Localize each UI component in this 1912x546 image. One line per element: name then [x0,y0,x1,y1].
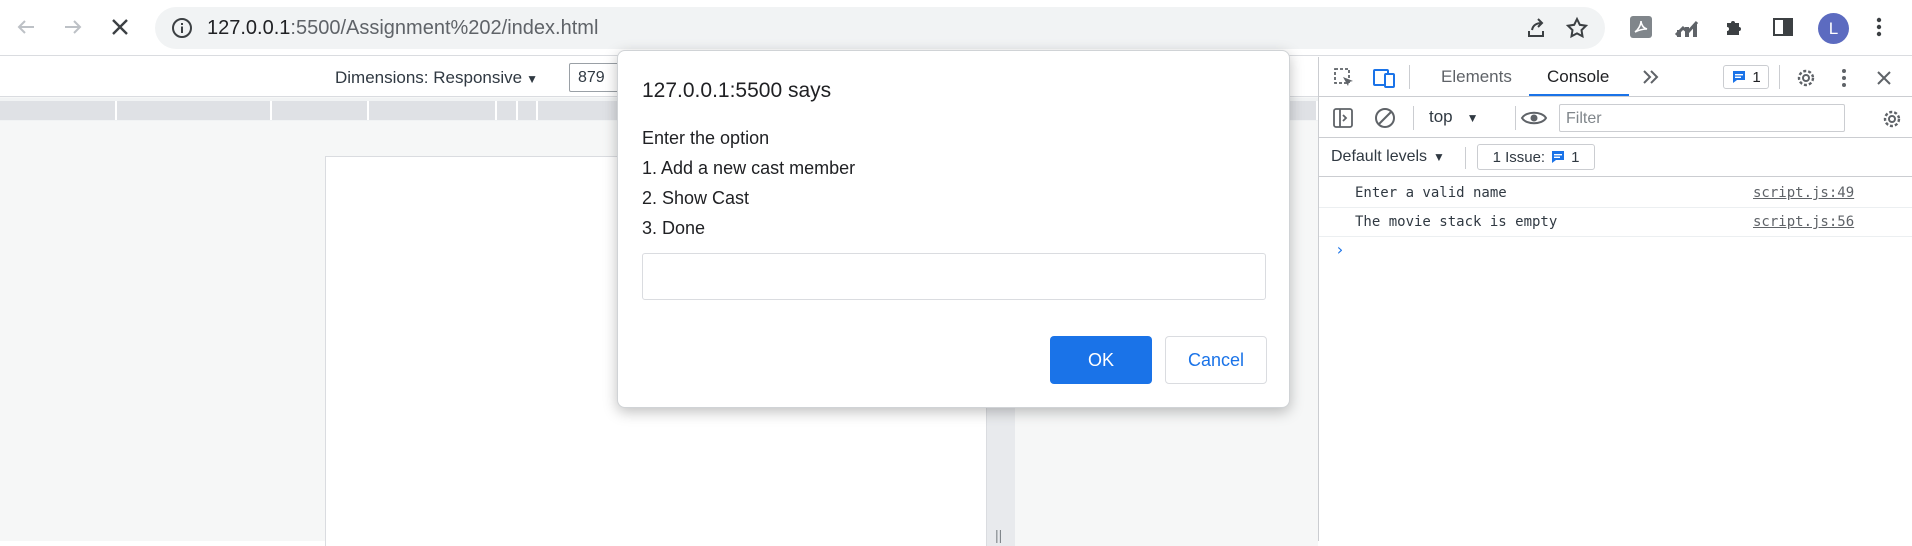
dialog-line: 1. Add a new cast member [642,158,856,178]
context-label: top [1429,107,1453,126]
tab-divider [1779,65,1780,89]
caret-down-icon: ▼ [1433,150,1445,164]
inspect-element-icon[interactable] [1331,65,1357,91]
log-source-link[interactable]: script.js:56 [1753,214,1854,230]
log-source-link[interactable]: script.js:49 [1753,185,1854,201]
dialog-line: Enter the option [642,128,770,148]
levels-bar: Default levels ▼ 1 Issue: 1 [1319,139,1912,177]
issues-chip-count: 1 [1571,148,1580,166]
caret-down-icon: ▼ [1466,111,1479,125]
ruler-segment[interactable] [497,101,518,120]
info-icon[interactable] [171,17,193,39]
tab-divider [1409,65,1410,89]
caret-down-icon: ▼ [526,72,538,86]
console-toolbar: top ▼ Filter [1319,98,1912,138]
default-levels-dropdown[interactable]: Default levels ▼ [1331,148,1445,166]
settings-gear-icon[interactable] [1793,65,1819,91]
profile-avatar[interactable]: L [1818,13,1849,44]
close-devtools-icon[interactable] [1871,65,1897,91]
console-prompt-chevron-icon[interactable]: › [1335,240,1345,259]
arrow-right-icon [65,20,82,34]
tab-console[interactable]: Console [1547,67,1609,87]
issues-badge[interactable]: 1 [1723,65,1769,89]
console-log-row: Enter a valid name script.js:49 [1319,179,1912,208]
issues-chip[interactable]: 1 Issue: 1 [1477,144,1595,170]
devtools-tabbar: Elements Console 1 [1319,57,1912,97]
console-filter-input[interactable]: Filter [1559,104,1845,132]
dialog-message: Enter the option 1. Add a new cast membe… [642,123,855,243]
log-message: The movie stack is empty [1355,214,1558,230]
analytics-extension-icon[interactable] [1672,12,1702,42]
ruler-segment[interactable] [272,101,369,120]
active-tab-indicator [1529,94,1629,96]
dialog-line: 3. Done [642,218,706,238]
message-icon [1733,71,1746,83]
context-selector[interactable]: top ▼ [1429,107,1479,127]
default-levels-label: Default levels [1331,148,1428,165]
star-icon[interactable] [1565,16,1589,40]
address-bar[interactable]: 127.0.0.1:5500/Assignment%202/index.html [155,7,1605,49]
device-toolbar-toggle-icon[interactable] [1371,65,1397,91]
prompt-input[interactable] [642,253,1266,300]
pdf-extension-icon[interactable] [1626,12,1656,42]
ruler-segment[interactable] [369,101,497,120]
puzzle-extensions-icon[interactable] [1720,12,1750,42]
devtools-kebab-icon[interactable] [1834,65,1854,91]
dialog-line: 2. Show Cast [642,188,750,208]
toolbar-divider [1465,147,1466,169]
clear-console-icon[interactable] [1373,106,1397,130]
dimensions-dropdown[interactable]: Dimensions: Responsive ▼ [335,68,538,88]
close-icon [112,19,128,35]
arrow-left-icon [17,20,34,34]
ruler-segment[interactable] [518,101,538,120]
dimensions-label: Dimensions: Responsive [335,68,523,87]
tab-elements[interactable]: Elements [1441,67,1512,87]
ruler-segment[interactable] [0,101,117,120]
avatar-letter: L [1828,18,1839,38]
message-icon [1552,151,1565,163]
toolbar-divider [1515,106,1516,130]
kebab-menu-icon[interactable] [1864,12,1894,42]
issues-chip-label: 1 Issue: [1492,148,1546,166]
back-button[interactable] [9,10,43,44]
ruler-segment[interactable] [117,101,272,120]
log-message: Enter a valid name [1355,185,1507,201]
url-text: 127.0.0.1:5500/Assignment%202/index.html [207,17,599,39]
share-icon[interactable] [1525,17,1549,41]
more-tabs-icon[interactable] [1639,65,1663,89]
issues-badge-count: 1 [1752,68,1761,86]
console-settings-icon[interactable] [1879,106,1905,132]
side-panel-icon[interactable] [1768,12,1798,42]
forward-button[interactable] [56,10,90,44]
live-expression-eye-icon[interactable] [1519,106,1549,130]
console-log-row: The movie stack is empty script.js:56 [1319,208,1912,237]
devtools-panel: Elements Console 1 top ▼ Filter Default … [1318,57,1912,541]
stop-loading-button[interactable] [103,10,137,44]
dialog-title: 127.0.0.1:5500 says [642,79,832,102]
toolbar-divider [1413,106,1414,130]
browser-toolbar: 127.0.0.1:5500/Assignment%202/index.html… [0,0,1912,56]
cancel-button[interactable]: Cancel [1165,336,1267,384]
sidebar-toggle-icon[interactable] [1331,106,1355,130]
ok-button[interactable]: OK [1050,336,1152,384]
prompt-dialog: 127.0.0.1:5500 says Enter the option 1. … [617,50,1290,408]
